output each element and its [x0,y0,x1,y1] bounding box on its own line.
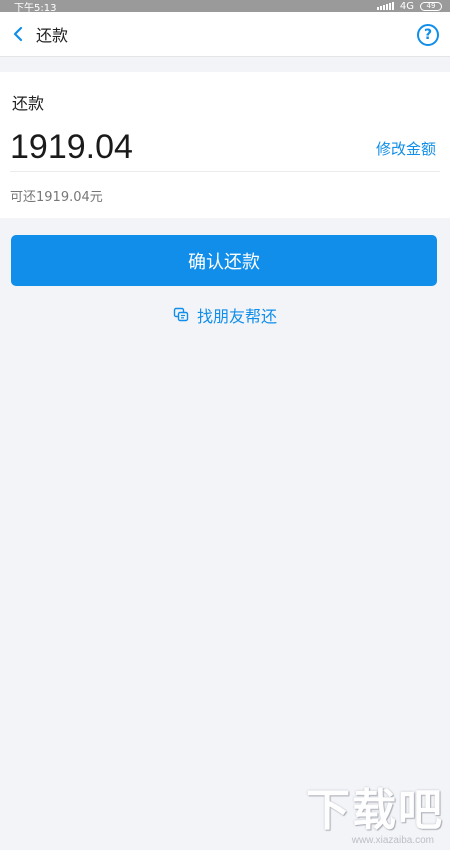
confirm-repay-button[interactable]: 确认还款 [11,235,437,286]
watermark: 下载吧 www.xiazaiba.com [306,785,444,847]
page-title: 还款 [36,26,69,45]
amount-input[interactable]: 1919.04 [10,128,133,167]
chat-bubble-icon [173,307,189,323]
find-friend-help-link[interactable]: 找朋友帮还 [0,303,450,327]
watermark-logo: 下载吧 [306,785,444,836]
network-type: 4G [399,0,414,12]
modify-amount-link[interactable]: 修改金额 [376,138,436,159]
repayment-card: 还款 1919.04 修改金额 可还1919.04元 [0,72,450,218]
status-bar: 下午5:13 4G 49 [0,0,450,14]
divider [10,171,440,172]
repayment-label: 还款 [12,94,45,113]
help-icon[interactable]: ? [417,24,439,46]
back-icon[interactable] [6,22,30,46]
help-glyph: ? [423,27,433,43]
watermark-url: www.xiazaiba.com [351,835,434,846]
battery-icon: 49 [420,1,442,11]
available-amount-text: 可还1919.04元 [10,190,103,205]
status-indicators: 4G 49 [376,0,442,12]
signal-icon [376,2,394,10]
nav-bar: 还款 ? [0,12,450,57]
find-friend-label: 找朋友帮还 [196,307,277,326]
